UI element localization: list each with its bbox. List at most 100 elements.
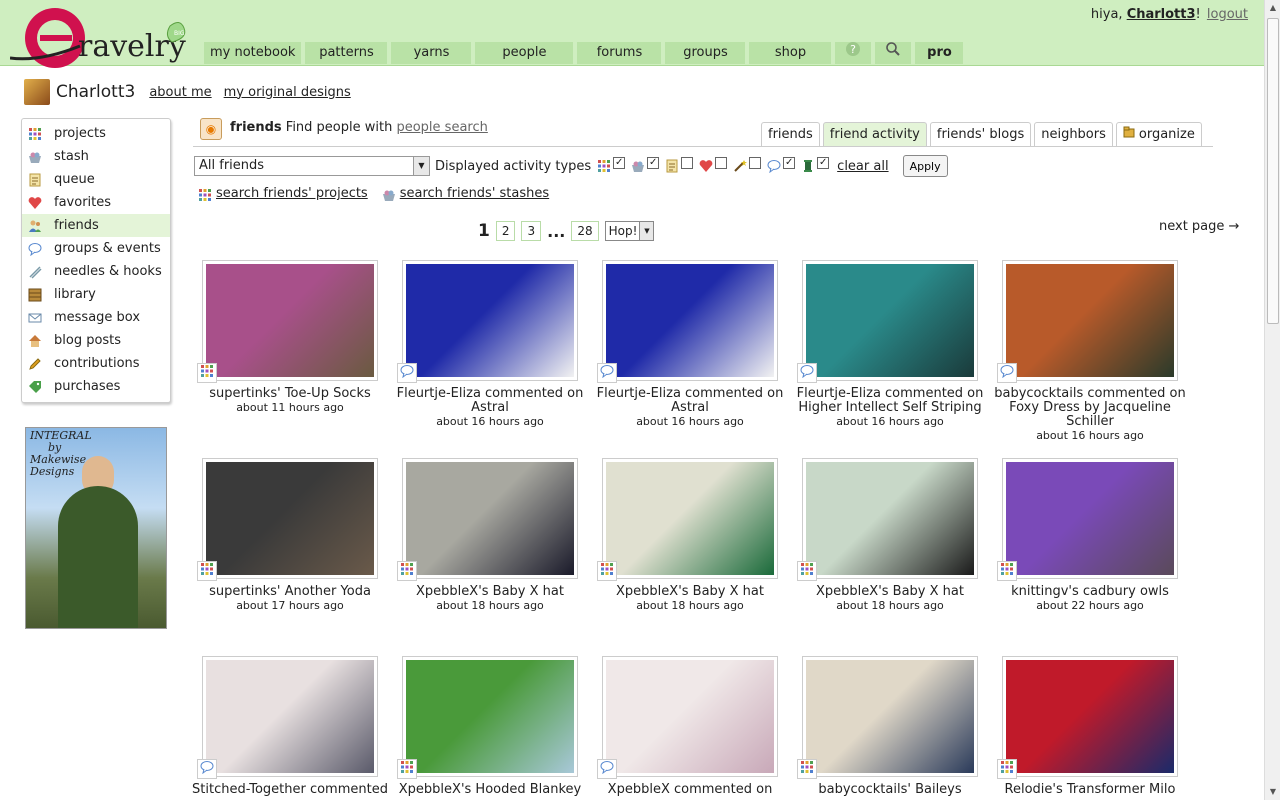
sidebar-item-purchases[interactable]: purchases <box>22 375 170 398</box>
hop-select[interactable]: Hop! ▼ <box>604 221 655 241</box>
nav-tab-groups[interactable]: groups <box>665 42 746 64</box>
activity-thumbnail[interactable] <box>602 260 778 381</box>
nav-tab-patterns[interactable]: patterns <box>305 42 388 64</box>
sidebar-item-favorites[interactable]: favorites <box>22 191 170 214</box>
activity-type-checkbox[interactable] <box>715 157 728 169</box>
tab-neighbors[interactable]: neighbors <box>1034 122 1113 147</box>
sidebar-item-contributions[interactable]: contributions <box>22 352 170 375</box>
tab-friends[interactable]: friends <box>761 122 820 147</box>
activity-thumbnail[interactable] <box>602 656 778 777</box>
activity-title[interactable]: XpebbleX's Hooded Blankey <box>390 783 590 797</box>
activity-thumbnail[interactable] <box>602 458 778 579</box>
activity-thumbnail[interactable] <box>802 656 978 777</box>
nav-tab-pro[interactable]: pro <box>915 42 964 64</box>
activity-title[interactable]: XpebbleX's Baby X hat <box>590 585 790 599</box>
activity-title[interactable]: babycocktails' Baileys <box>790 783 990 797</box>
scroll-up-arrow-icon[interactable]: ▲ <box>1265 0 1280 16</box>
activity-title[interactable]: Stitched-Together commented <box>190 783 390 797</box>
heart-icon <box>699 159 713 173</box>
tab-organize[interactable]: organize <box>1115 122 1202 147</box>
sidebar-item-message-box[interactable]: message box <box>22 306 170 329</box>
greeting-username[interactable]: Charlott3 <box>1127 7 1196 22</box>
activity-photo <box>1006 462 1174 575</box>
search-friends-projects-link[interactable]: search friends' projects <box>216 186 368 201</box>
activity-thumbnail[interactable] <box>202 260 378 381</box>
sidebar-item-label: library <box>54 287 96 302</box>
activity-title[interactable]: Fleurtje-Eliza commented on Astral <box>590 387 790 415</box>
activity-type-checkbox[interactable]: ✓ <box>613 157 626 169</box>
page-link-2[interactable]: 2 <box>495 221 516 241</box>
nav-tab-my-notebook[interactable]: my notebook <box>204 42 302 64</box>
sidebar-item-friends[interactable]: friends <box>22 214 170 237</box>
nav-help-button[interactable]: ? <box>835 42 872 64</box>
wand-icon <box>733 159 748 173</box>
activity-thumbnail[interactable] <box>802 260 978 381</box>
activity-thumbnail[interactable] <box>202 656 378 777</box>
sidebar-item-blog-posts[interactable]: blog posts <box>22 329 170 352</box>
activity-title[interactable]: supertinks' Toe-Up Socks <box>190 387 390 401</box>
activity-type-heart <box>699 157 728 175</box>
activity-thumbnail[interactable] <box>1002 458 1178 579</box>
activity-type-stash: ✓ <box>631 157 660 175</box>
about-me-link[interactable]: about me <box>149 85 211 100</box>
scrollbar-thumb[interactable] <box>1267 18 1279 324</box>
stash-icon <box>382 188 395 201</box>
nav-tab-people[interactable]: people <box>475 42 574 64</box>
page-link-last[interactable]: 28 <box>571 221 599 241</box>
activity-thumbnail[interactable] <box>802 458 978 579</box>
tab-friends-blogs[interactable]: friends' blogs <box>929 122 1032 147</box>
search-friends-stashes-link[interactable]: search friends' stashes <box>400 186 549 201</box>
activity-type-checkbox[interactable] <box>749 157 762 169</box>
activity-title[interactable]: XpebbleX's Baby X hat <box>390 585 590 599</box>
activity-title[interactable]: supertinks' Another Yoda <box>190 585 390 599</box>
activity-badge <box>397 561 417 581</box>
tab-friend-activity[interactable]: friend activity <box>822 122 927 147</box>
friends-select[interactable]: All friends ▼ <box>194 156 430 176</box>
activity-title[interactable]: knittingv's cadbury owls <box>990 585 1190 599</box>
sidebar-item-projects[interactable]: projects <box>22 122 170 145</box>
folder-icon <box>1123 123 1135 146</box>
people-search-link[interactable]: people search <box>396 120 487 135</box>
activity-caption: Fleurtje-Eliza commented on Astral about … <box>390 387 590 429</box>
rss-feed-icon[interactable]: ◉ <box>200 118 222 140</box>
scroll-down-arrow-icon[interactable]: ▼ <box>1265 784 1280 800</box>
nav-search-button[interactable] <box>875 42 912 64</box>
activity-title[interactable]: XpebbleX commented on <box>590 783 790 797</box>
nav-tab-shop[interactable]: shop <box>749 42 832 64</box>
page-link-3[interactable]: 3 <box>521 221 542 241</box>
sidebar-item-queue[interactable]: queue <box>22 168 170 191</box>
activity-title[interactable]: XpebbleX's Baby X hat <box>790 585 990 599</box>
next-page-link[interactable]: next page → <box>1159 219 1239 234</box>
activity-title[interactable]: babycocktails commented on Foxy Dress by… <box>990 387 1190 429</box>
activity-thumbnail[interactable] <box>1002 260 1178 381</box>
sidebar-item-stash[interactable]: stash <box>22 145 170 168</box>
sidebar-item-library[interactable]: library <box>22 283 170 306</box>
activity-thumbnail[interactable] <box>202 458 378 579</box>
my-original-designs-link[interactable]: my original designs <box>224 85 351 100</box>
advertisement-banner[interactable]: INTEGRAL by Makewise Designs <box>25 427 167 629</box>
greeting-prefix: hiya, <box>1090 7 1127 22</box>
nav-tab-forums[interactable]: forums <box>577 42 662 64</box>
activity-thumbnail[interactable] <box>402 260 578 381</box>
activity-photo <box>1006 264 1174 377</box>
speech-bubble-icon <box>200 760 214 778</box>
sidebar-item-groups-events[interactable]: groups & events <box>22 237 170 260</box>
activity-title[interactable]: Fleurtje-Eliza commented on Higher Intel… <box>790 387 990 415</box>
avatar[interactable] <box>24 79 50 105</box>
activity-thumbnail[interactable] <box>1002 656 1178 777</box>
activity-title[interactable]: Relodie's Transformer Milo <box>990 783 1190 797</box>
nav-tab-yarns[interactable]: yarns <box>391 42 472 64</box>
activity-type-checkbox[interactable]: ✓ <box>817 157 830 169</box>
ravelry-logo[interactable]: ravelry BIG <box>9 4 195 68</box>
activity-type-checkbox[interactable] <box>681 157 694 169</box>
clear-all-link[interactable]: clear all <box>837 159 888 174</box>
activity-thumbnail[interactable] <box>402 656 578 777</box>
sidebar-item-needles-hooks[interactable]: needles & hooks <box>22 260 170 283</box>
activity-type-checkbox[interactable]: ✓ <box>783 157 796 169</box>
apply-button[interactable]: Apply <box>902 155 948 177</box>
activity-title[interactable]: Fleurtje-Eliza commented on Astral <box>390 387 590 415</box>
logout-link[interactable]: logout <box>1207 7 1248 22</box>
activity-thumbnail[interactable] <box>402 458 578 579</box>
page-scrollbar[interactable]: ▲ ▼ <box>1264 0 1280 800</box>
activity-type-checkbox[interactable]: ✓ <box>647 157 660 169</box>
